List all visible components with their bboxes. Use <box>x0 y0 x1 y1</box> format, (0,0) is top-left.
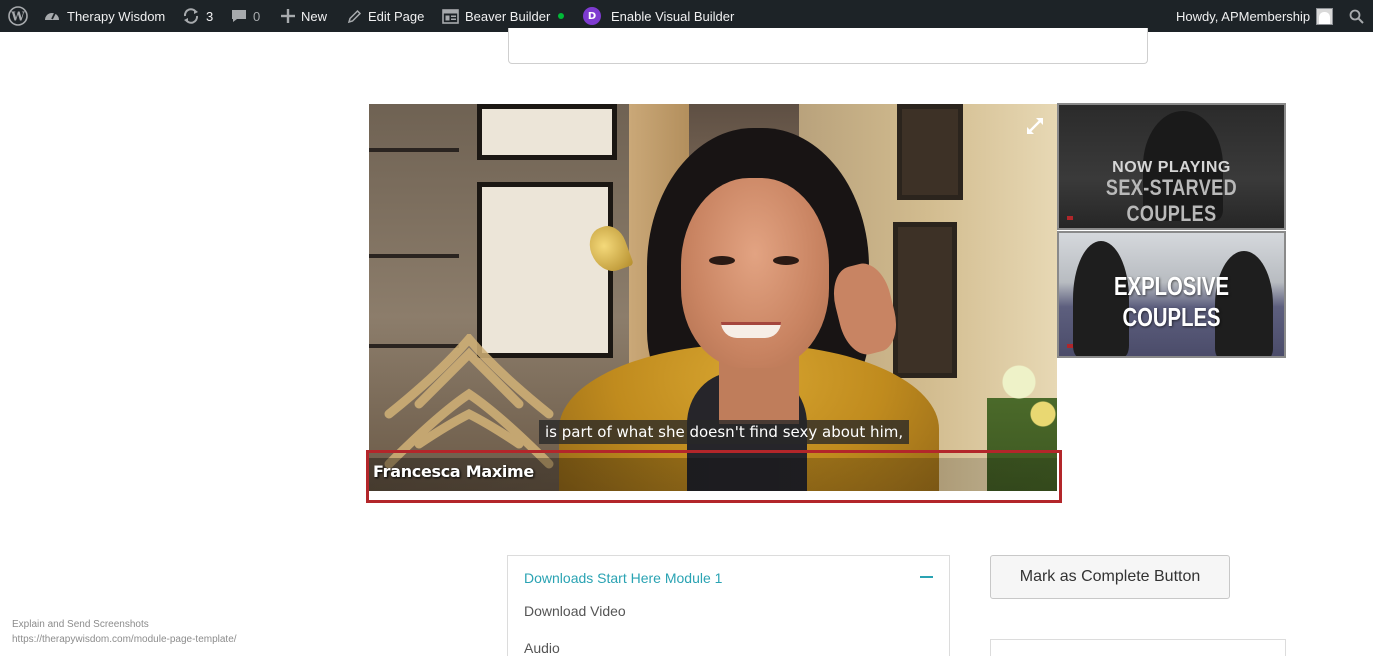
playlist-item-title: SEX-STARVED COUPLES <box>1105 175 1238 226</box>
collapse-minus-icon[interactable] <box>920 576 933 578</box>
svg-text:W: W <box>10 10 25 24</box>
playlist-item-sex-starved-couples[interactable]: NOW PLAYING SEX-STARVED COUPLES <box>1057 103 1286 230</box>
wordpress-icon: W <box>8 6 28 26</box>
edit-page-link[interactable]: Edit Page <box>347 0 424 32</box>
plus-icon <box>281 9 295 23</box>
comment-bubble-icon <box>232 10 246 22</box>
pencil-icon <box>347 9 362 23</box>
howdy-label: Howdy, APMembership <box>1176 8 1311 24</box>
visual-builder-label: Enable Visual Builder <box>611 8 735 24</box>
comments-link[interactable]: 0 <box>231 0 260 32</box>
downloads-accordion-title[interactable]: Downloads Start Here Module 1 <box>524 570 722 586</box>
watermark-url: https://therapywisdom.com/module-page-te… <box>12 634 237 645</box>
builder-layout-icon <box>442 8 459 24</box>
fullscreen-icon[interactable] <box>1025 116 1045 136</box>
avatar <box>1316 7 1334 25</box>
audio-link[interactable]: Audio <box>524 640 560 656</box>
playlist-item-title: EXPLOSIVE COUPLES <box>1114 271 1229 332</box>
comments-count: 0 <box>253 8 261 24</box>
my-account-link[interactable]: Howdy, APMembership <box>1176 0 1334 32</box>
download-video-link[interactable]: Download Video <box>524 603 626 619</box>
brand-logo-watermark <box>384 334 554 469</box>
divi-logo-icon: D <box>583 7 601 25</box>
watermark-title: Explain and Send Screenshots <box>12 619 149 630</box>
updates-refresh-icon <box>183 8 199 24</box>
sidebar-box <box>990 639 1286 656</box>
builder-status-dot <box>558 13 565 19</box>
new-content-link[interactable]: New <box>281 0 327 32</box>
wordpress-logo-button[interactable]: W <box>8 0 28 32</box>
admin-search-button[interactable] <box>1349 0 1364 32</box>
search-icon <box>1349 9 1364 24</box>
updates-link[interactable]: 3 <box>182 0 213 32</box>
mark-complete-button[interactable]: Mark as Complete Button <box>990 555 1230 599</box>
updates-count: 3 <box>206 8 214 24</box>
screenshot-watermark: Explain and Send Screenshots https://the… <box>12 617 237 647</box>
site-name-link[interactable]: Therapy Wisdom <box>43 0 165 32</box>
dashboard-gauge-icon <box>45 12 59 20</box>
downloads-accordion: Downloads Start Here Module 1 Download V… <box>507 555 950 656</box>
new-label: New <box>301 8 328 24</box>
beaver-builder-label: Beaver Builder <box>465 8 551 24</box>
speaker-name: Francesca Maxime <box>373 462 534 481</box>
playlist-item-explosive-couples[interactable]: EXPLOSIVE COUPLES <box>1057 231 1286 358</box>
site-name-label: Therapy Wisdom <box>67 8 166 24</box>
content-box-top <box>508 28 1148 64</box>
edit-page-label: Edit Page <box>368 8 425 24</box>
video-caption: is part of what she doesn't find sexy ab… <box>539 420 910 444</box>
video-player[interactable]: is part of what she doesn't find sexy ab… <box>369 104 1057 491</box>
